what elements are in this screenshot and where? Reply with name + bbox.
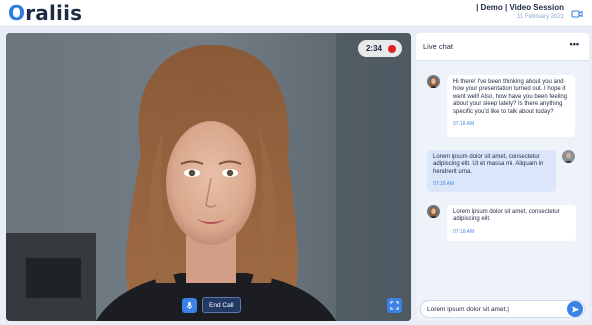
message-text: Hi there! I've been thinking about you a… xyxy=(453,79,568,115)
chat-title: Live chat xyxy=(423,42,454,51)
video-session-app: Oraliis | Demo | Video Session 11 Februa… xyxy=(0,0,592,325)
chat-message-incoming: Lorem ipsum dolor sit amet, consectetur … xyxy=(447,205,576,241)
session-date: 11 February 2021 xyxy=(517,14,564,20)
top-header: Oraliis | Demo | Video Session 11 Februa… xyxy=(0,0,592,27)
call-timer: 2:34 xyxy=(357,40,402,57)
fullscreen-icon xyxy=(390,301,399,310)
microphone-icon xyxy=(186,301,193,309)
oraliis-logo[interactable]: Oraliis xyxy=(8,1,82,25)
user-avatar xyxy=(562,150,575,163)
therapist-avatar xyxy=(427,205,440,218)
message-text: Lorem ipsum dolor sit amet, consectetur … xyxy=(453,209,560,223)
call-controls: End Call xyxy=(182,297,241,313)
video-camera-icon[interactable] xyxy=(571,7,583,19)
logo-mark: O xyxy=(8,1,26,25)
message-time: 07:18 AM xyxy=(433,181,455,188)
fullscreen-button[interactable] xyxy=(387,298,402,313)
more-horizontal-icon[interactable]: ••• xyxy=(570,39,579,49)
chat-message-input[interactable] xyxy=(427,302,562,316)
live-chat-panel: Live chat ••• Hi there! I've been thinki… xyxy=(416,33,589,321)
logo-text: raliis xyxy=(25,1,83,25)
record-dot-icon xyxy=(388,44,396,53)
chat-header: Live chat ••• xyxy=(416,33,589,61)
participant-video-image xyxy=(6,33,411,321)
chat-message-outgoing: Lorem ipsum dolor sit amet, consectetur … xyxy=(427,150,556,192)
microphone-button[interactable] xyxy=(182,297,197,313)
message-time: 07:18 AM xyxy=(453,228,475,235)
session-title: | Demo | Video Session xyxy=(476,3,564,12)
message-text: Lorem ipsum dolor sit amet, consectetur … xyxy=(433,154,544,175)
send-icon xyxy=(571,305,579,313)
call-timer-text: 2:34 xyxy=(365,44,382,53)
video-feed: 2:34 End Call xyxy=(6,33,411,321)
chat-input-bar xyxy=(420,300,585,318)
message-time: 07:18 AM xyxy=(453,121,475,128)
send-button[interactable] xyxy=(567,301,583,317)
chat-message-incoming: Hi there! I've been thinking about you a… xyxy=(447,75,575,137)
therapist-avatar xyxy=(427,75,440,88)
end-call-button[interactable]: End Call xyxy=(202,297,241,313)
